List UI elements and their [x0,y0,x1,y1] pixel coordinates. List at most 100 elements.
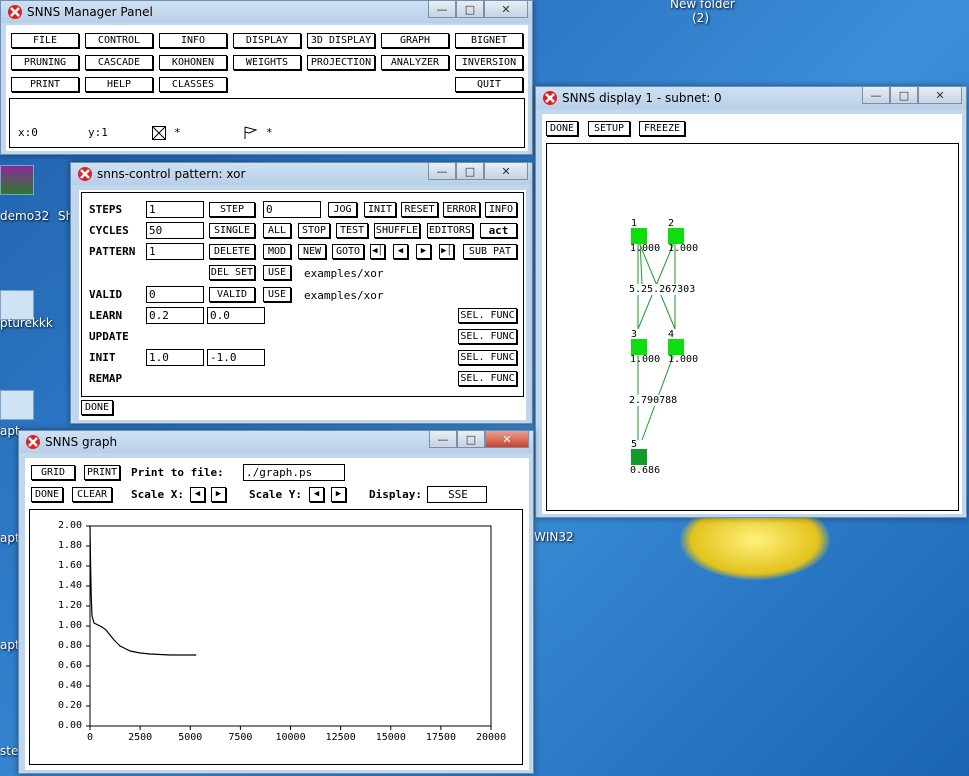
info-button[interactable]: INFO [485,202,517,217]
first-pattern-button[interactable]: ◀│ [370,244,385,259]
manager-titlebar[interactable]: SNNS Manager Panel — □ ✕ [1,1,532,23]
mod-button[interactable]: MOD [263,244,291,259]
desktop-label-win32[interactable]: WIN32 [534,530,574,544]
freeze-button[interactable]: FREEZE [639,121,685,136]
unit-1[interactable] [631,228,647,244]
print-graph-button[interactable]: PRINT [84,465,120,480]
new-button[interactable]: NEW [298,244,326,259]
init-button[interactable]: INIT [364,202,396,217]
unit-2[interactable] [668,228,684,244]
info-button[interactable]: INFO [159,33,227,48]
minimize-button[interactable]: — [862,87,890,104]
stop-button[interactable]: STOP [298,223,330,238]
init-param-2[interactable]: -1.0 [207,349,265,366]
maximize-button[interactable]: □ [890,87,918,104]
unit-4[interactable] [668,339,684,355]
desktop-label-apt3[interactable]: apt [0,638,20,652]
weights-button[interactable]: WEIGHTS [233,55,301,70]
cycles-input[interactable]: 50 [146,222,204,239]
grid-button[interactable]: GRID [31,465,75,480]
use-valid-button[interactable]: USE [263,287,291,302]
sub-pat-button[interactable]: SUB PAT [463,244,517,259]
minimize-button[interactable]: — [429,431,457,448]
use-pattern-button[interactable]: USE [263,265,291,280]
step-button[interactable]: STEP [209,202,255,217]
desktop-label-apt2[interactable]: apt [0,531,20,545]
capture-icon-2[interactable] [0,390,34,420]
learn-param-1[interactable]: 0.2 [146,307,204,324]
minimize-button[interactable]: — [428,163,456,180]
maximize-button[interactable]: □ [456,1,484,18]
reset-button[interactable]: RESET [401,202,438,217]
valid-input[interactable]: 0 [146,286,204,303]
valid-button[interactable]: VALID [209,287,255,302]
control-titlebar[interactable]: snns-control pattern: xor — □ ✕ [71,163,532,185]
graph-button[interactable]: GRAPH [381,33,449,48]
projection-button[interactable]: PROJECTION [307,55,375,70]
clear-button[interactable]: CLEAR [72,487,112,502]
scale-y-increase[interactable]: ▶ [331,487,346,502]
close-button[interactable]: ✕ [918,87,962,104]
remap-sel-func-button[interactable]: SEL. FUNC [458,371,517,386]
help-button[interactable]: HELP [85,77,153,92]
print-button[interactable]: PRINT [11,77,79,92]
close-button[interactable]: ✕ [485,431,529,448]
cascade-button[interactable]: CASCADE [85,55,153,70]
delete-button[interactable]: DELETE [209,244,255,259]
control-done-button[interactable]: DONE [81,400,113,415]
error-button[interactable]: ERROR [443,202,480,217]
inversion-button[interactable]: INVERSION [455,55,523,70]
update-sel-func-button[interactable]: SEL. FUNC [458,329,517,344]
init-sel-func-button[interactable]: SEL. FUNC [458,350,517,365]
pattern-input[interactable]: 1 [146,243,204,260]
close-button[interactable]: ✕ [484,163,528,180]
learn-sel-func-button[interactable]: SEL. FUNC [458,308,517,323]
unit-3[interactable] [631,339,647,355]
classes-button[interactable]: CLASSES [159,77,227,92]
display-done-button[interactable]: DONE [546,121,578,136]
last-pattern-button[interactable]: ▶│ [439,244,454,259]
winrar-icon[interactable] [0,165,34,195]
jog-button[interactable]: JOG [328,202,357,217]
display-titlebar[interactable]: SNNS display 1 - subnet: 0 — □ ✕ [536,87,966,109]
graph-titlebar[interactable]: SNNS graph — □ ✕ [19,431,533,453]
init-param-1[interactable]: 1.0 [146,349,204,366]
act-button[interactable]: act [480,223,517,238]
pruning-button[interactable]: PRUNING [11,55,79,70]
scale-x-decrease[interactable]: ◀ [190,487,205,502]
display-mode-field[interactable]: SSE [427,486,487,503]
minimize-button[interactable]: — [428,1,456,18]
del-set-button[interactable]: DEL SET [209,265,255,280]
prev-pattern-button[interactable]: ◀ [393,244,408,259]
new-folder-label[interactable]: New folder [670,0,735,11]
setup-button[interactable]: SETUP [588,121,630,136]
display-button[interactable]: DISPLAY [233,33,301,48]
single-button[interactable]: SINGLE [209,223,255,238]
next-pattern-button[interactable]: ▶ [416,244,431,259]
maximize-button[interactable]: □ [456,163,484,180]
all-button[interactable]: ALL [263,223,291,238]
desktop-label-demo32[interactable]: demo32 [0,209,49,223]
graph-done-button[interactable]: DONE [31,487,63,502]
desktop-label-capture[interactable]: pturekkk [0,316,53,330]
shuffle-button[interactable]: SHUFFLE [374,223,420,238]
close-button[interactable]: ✕ [484,1,528,18]
kohonen-button[interactable]: KOHONEN [159,55,227,70]
control-button[interactable]: CONTROL [85,33,153,48]
scale-y-decrease[interactable]: ◀ [309,487,324,502]
bignet-button[interactable]: BIGNET [455,33,523,48]
goto-button[interactable]: GOTO [332,244,364,259]
analyzer-button[interactable]: ANALYZER [381,55,449,70]
learn-param-2[interactable]: 0.0 [207,307,265,324]
maximize-button[interactable]: □ [457,431,485,448]
unit-5[interactable] [631,449,647,465]
steps-input[interactable]: 1 [146,201,204,218]
file-button[interactable]: FILE [11,33,79,48]
desktop-label-apt1[interactable]: apt [0,424,20,438]
3d-display-button[interactable]: 3D DISPLAY [307,33,375,48]
network-canvas[interactable]: 1 1.000 2 1.000 5.25.267303 3 1.000 4 1.… [546,143,959,511]
scale-x-increase[interactable]: ▶ [211,487,226,502]
print-file-input[interactable]: ./graph.ps [243,464,345,481]
quit-button[interactable]: QUIT [455,77,523,92]
editors-button[interactable]: EDITORS [427,223,473,238]
